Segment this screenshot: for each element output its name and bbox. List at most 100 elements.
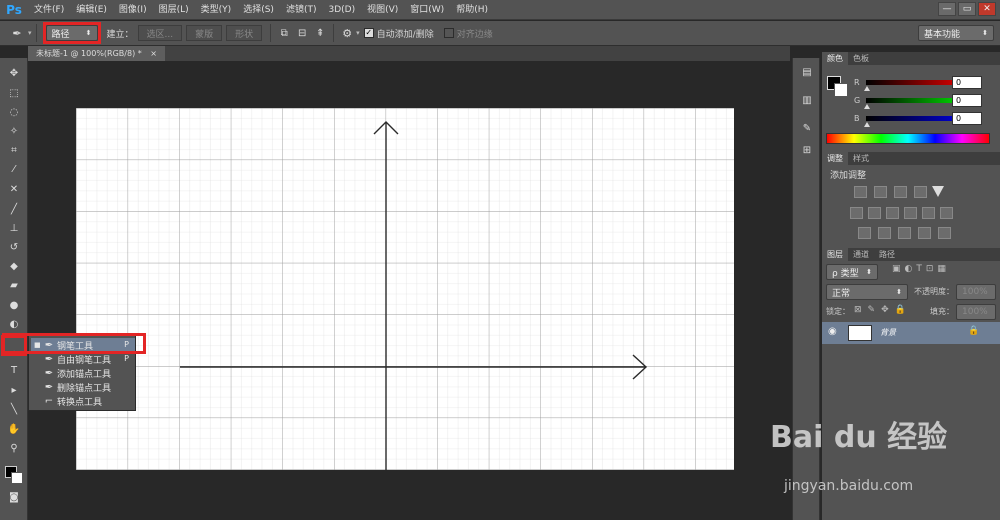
marquee-tool-icon[interactable]: ⬚ <box>4 86 24 102</box>
properties-panel-icon[interactable]: ▥ <box>798 94 816 108</box>
visibility-eye-icon[interactable]: ◉ <box>828 326 837 337</box>
color-lookup-icon[interactable] <box>940 207 953 219</box>
mode-dropdown[interactable]: 路径 ⬍ <box>45 25 98 41</box>
close-button[interactable]: ✕ <box>978 2 996 16</box>
auto-add-delete-checkbox[interactable]: ✓ <box>363 28 374 38</box>
blend-mode-dropdown[interactable]: 正常 ⬍ <box>826 284 908 300</box>
photo-filter-icon[interactable] <box>904 207 917 219</box>
minimize-button[interactable]: — <box>938 2 956 16</box>
hand-tool-icon[interactable]: ✋ <box>4 422 24 438</box>
slider-value[interactable]: 0 <box>952 112 982 125</box>
eyedropper-tool-icon[interactable]: ⁄ <box>4 162 24 178</box>
stamp-tool-icon[interactable]: ⊥ <box>4 221 24 237</box>
black-white-icon[interactable] <box>886 207 899 219</box>
vibrance-icon[interactable] <box>932 186 944 197</box>
fill-field[interactable]: 100% <box>956 304 996 320</box>
flyout-item-convert-point-tool[interactable]: ⌐ 转换点工具 <box>31 394 135 408</box>
menu-file[interactable]: 文件(F) <box>28 0 70 20</box>
quick-select-tool-icon[interactable]: ✧ <box>4 124 24 140</box>
posterize-icon[interactable] <box>878 227 891 239</box>
lasso-tool-icon[interactable]: ◌ <box>4 105 24 121</box>
color-balance-icon[interactable] <box>868 207 881 219</box>
layer-filter-icons[interactable]: ▣◐T⊡▦ <box>892 264 950 274</box>
gear-icon[interactable]: ⚙ <box>338 27 356 40</box>
preset-arrow-icon[interactable]: ▾ <box>28 29 32 37</box>
tab-paths[interactable]: 路径 <box>874 248 900 261</box>
menu-filter[interactable]: 滤镜(T) <box>280 0 323 20</box>
tab-layers[interactable]: 图层 <box>822 248 848 261</box>
move-tool-icon[interactable]: ✥ <box>4 66 24 82</box>
slider-thumb[interactable] <box>864 122 870 127</box>
tab-styles[interactable]: 样式 <box>848 152 874 165</box>
flyout-item-delete-anchor-tool[interactable]: ✒ 删除锚点工具 <box>31 380 135 394</box>
selection-button[interactable]: 选区... <box>137 25 183 41</box>
hue-saturation-icon[interactable] <box>850 207 863 219</box>
document-tab[interactable]: 未标题-1 @ 100%(RGB/8) * × <box>28 46 165 61</box>
zoom-tool-icon[interactable]: ⚲ <box>4 441 24 457</box>
history-panel-icon[interactable]: ▤ <box>798 66 816 80</box>
restore-button[interactable]: ▭ <box>958 2 976 16</box>
menu-layer[interactable]: 图层(L) <box>153 0 195 20</box>
slider-g[interactable]: G 0 <box>822 94 1000 110</box>
background-color-swatch[interactable] <box>11 472 23 484</box>
menu-view[interactable]: 视图(V) <box>361 0 404 20</box>
tab-adjustments[interactable]: 调整 <box>822 152 848 165</box>
layer-filter-dropdown[interactable]: ρ 类型 ⬍ <box>826 264 878 280</box>
menu-edit[interactable]: 编辑(E) <box>70 0 113 20</box>
gradient-map-icon[interactable] <box>938 227 951 239</box>
menu-image[interactable]: 图像(I) <box>113 0 153 20</box>
line-tool-icon[interactable]: ╲ <box>4 402 24 418</box>
levels-icon[interactable] <box>874 186 887 198</box>
threshold-icon[interactable] <box>898 227 911 239</box>
color-ramp[interactable] <box>826 133 990 144</box>
document-canvas[interactable] <box>76 108 734 470</box>
blur-tool-icon[interactable]: ● <box>4 298 24 314</box>
gear-arrow-icon[interactable]: ▾ <box>356 29 360 37</box>
quick-mask-icon[interactable]: ◙ <box>4 490 24 506</box>
slider-b[interactable]: B 0 <box>822 112 1000 128</box>
type-tool-icon[interactable]: T <box>4 363 24 379</box>
tab-channels[interactable]: 通道 <box>848 248 874 261</box>
menu-type[interactable]: 类型(Y) <box>195 0 238 20</box>
curves-icon[interactable] <box>894 186 907 198</box>
menu-window[interactable]: 窗口(W) <box>404 0 450 20</box>
selective-color-icon[interactable] <box>918 227 931 239</box>
mask-button[interactable]: 蒙版 <box>186 25 223 41</box>
tab-swatches[interactable]: 色板 <box>848 52 874 65</box>
layer-name[interactable]: 背景 <box>880 327 896 338</box>
crop-tool-icon[interactable]: ⌗ <box>4 143 24 159</box>
menu-3d[interactable]: 3D(D) <box>322 0 361 20</box>
shape-button[interactable]: 形状 <box>226 25 263 41</box>
slider-r[interactable]: R 0 <box>822 76 1000 92</box>
adjust-panel-icon[interactable]: ⊞ <box>798 144 816 158</box>
menu-select[interactable]: 选择(S) <box>237 0 280 20</box>
dodge-tool-icon[interactable]: ◐ <box>4 317 24 333</box>
path-alignment-icon[interactable]: ⊟ <box>293 28 311 39</box>
pen-preset-icon[interactable]: ✒ <box>6 27 28 40</box>
layer-row[interactable]: ◉ 背景 🔒 <box>822 322 1000 344</box>
channel-mixer-icon[interactable] <box>922 207 935 219</box>
workspace-dropdown[interactable]: 基本功能 ⬍ <box>918 25 994 41</box>
close-tab-icon[interactable]: × <box>150 49 157 58</box>
slider-value[interactable]: 0 <box>952 94 982 107</box>
flyout-item-freeform-pen-tool[interactable]: ✒ 自由钢笔工具 P <box>31 352 135 366</box>
slider-value[interactable]: 0 <box>952 76 982 89</box>
brush-tool-icon[interactable]: ╱ <box>4 202 24 218</box>
slider-thumb[interactable] <box>864 104 870 109</box>
path-arrangement-icon[interactable]: ⇞ <box>311 28 329 39</box>
healing-tool-icon[interactable]: ✕ <box>4 182 24 198</box>
lock-icons[interactable]: ⊠✎✥🔒 <box>854 305 912 315</box>
brush-panel-icon[interactable]: ✎ <box>798 122 816 136</box>
slider-thumb[interactable] <box>864 86 870 91</box>
gradient-tool-icon[interactable]: ▰ <box>4 278 24 294</box>
path-operations-icon[interactable]: ⧉ <box>275 28 293 39</box>
flyout-item-add-anchor-tool[interactable]: ✒ 添加锚点工具 <box>31 366 135 380</box>
history-brush-tool-icon[interactable]: ↺ <box>4 240 24 256</box>
opacity-field[interactable]: 100% <box>956 284 996 300</box>
path-select-tool-icon[interactable]: ▸ <box>4 383 24 399</box>
eraser-tool-icon[interactable]: ◆ <box>4 259 24 275</box>
align-edges-checkbox[interactable] <box>443 28 454 38</box>
invert-icon[interactable] <box>858 227 871 239</box>
brightness-icon[interactable] <box>854 186 867 198</box>
menu-help[interactable]: 帮助(H) <box>450 0 494 20</box>
